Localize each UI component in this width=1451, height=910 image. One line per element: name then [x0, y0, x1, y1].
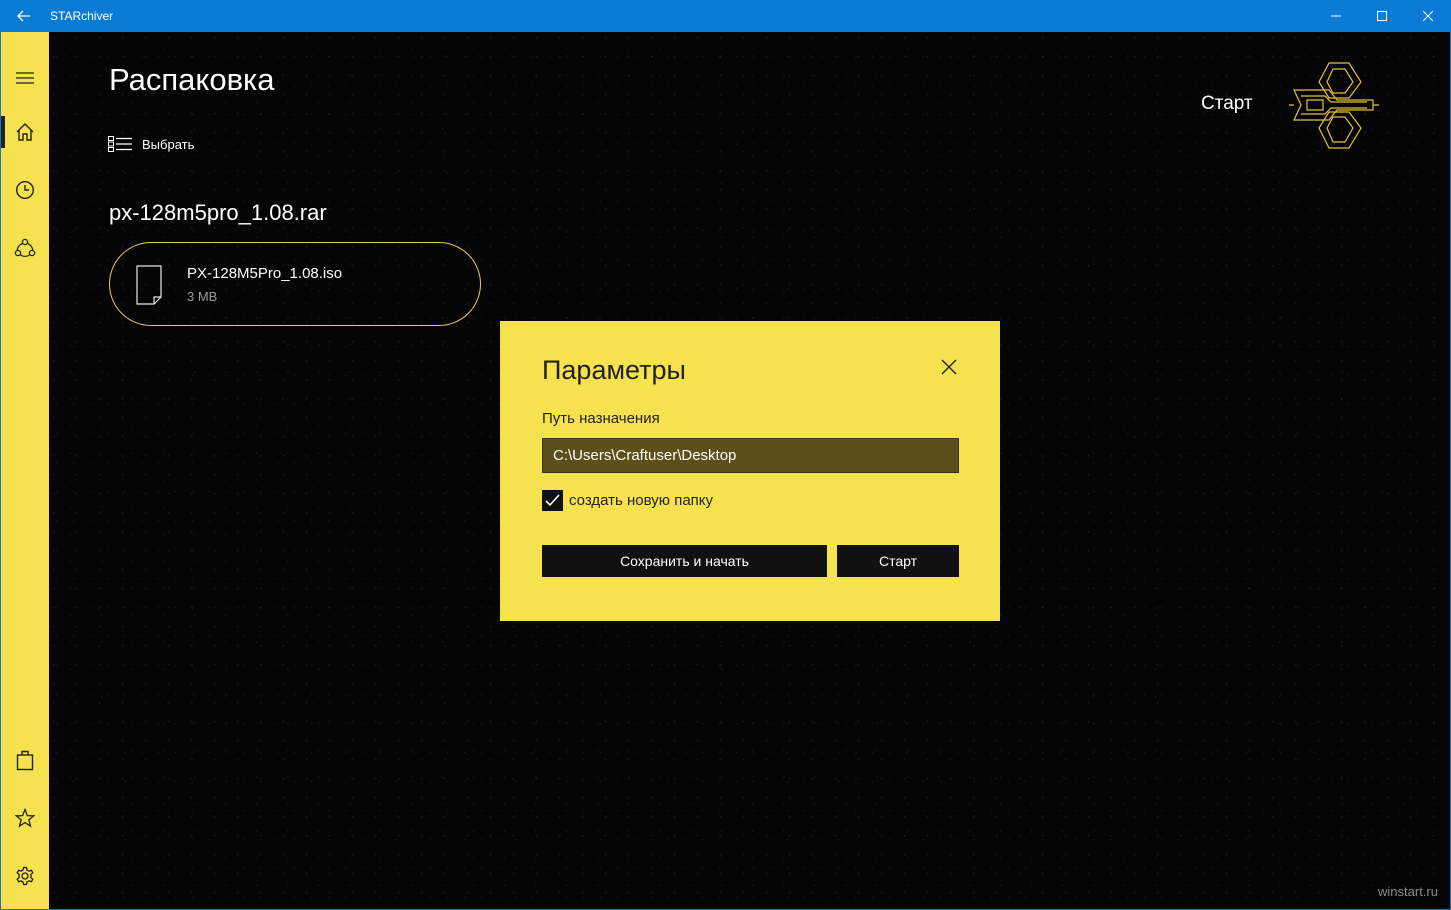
list-icon	[108, 136, 132, 152]
start-link[interactable]: Старт	[1201, 93, 1253, 115]
destination-path-input[interactable]	[542, 438, 959, 473]
sidebar-item-share[interactable]	[1, 224, 49, 272]
save-and-start-button[interactable]: Сохранить и начать	[542, 545, 827, 577]
file-name: PX-128M5Pro_1.08.iso	[187, 265, 343, 282]
sidebar-item-home[interactable]	[1, 108, 49, 156]
maximize-button[interactable]	[1359, 0, 1405, 32]
home-icon	[16, 123, 34, 141]
sidebar-item-favorites[interactable]	[1, 794, 49, 842]
dialog-title: Параметры	[542, 355, 686, 385]
window-controls	[1313, 0, 1451, 32]
hamburger-icon	[16, 72, 34, 84]
file-icon	[136, 265, 162, 305]
start-button[interactable]: Старт	[837, 545, 959, 577]
create-folder-label: создать новую папку	[569, 491, 714, 509]
page-title: Распаковка	[109, 62, 275, 97]
sidebar-item-store[interactable]	[1, 736, 49, 784]
dialog-close-button[interactable]	[936, 354, 962, 380]
sidebar-menu-button[interactable]	[1, 54, 49, 102]
title-bar: STARchiver	[0, 0, 1451, 32]
maximize-icon	[1377, 11, 1387, 21]
sidebar-item-settings[interactable]	[1, 852, 49, 900]
select-label: Выбрать	[142, 136, 195, 152]
close-icon	[1423, 11, 1433, 21]
back-button[interactable]	[0, 0, 48, 32]
create-folder-checkbox[interactable]	[542, 489, 563, 511]
select-button[interactable]: Выбрать	[108, 134, 194, 154]
close-icon	[941, 359, 957, 375]
share-icon	[14, 238, 36, 257]
sidebar	[1, 32, 49, 909]
shopping-bag-icon	[16, 750, 34, 771]
clock-icon	[15, 180, 35, 200]
destination-label: Путь назначения	[542, 410, 660, 427]
star-icon	[15, 808, 35, 828]
minimize-icon	[1331, 15, 1341, 17]
watermark: winstart.ru	[1378, 884, 1438, 899]
close-window-button[interactable]	[1405, 0, 1451, 32]
gear-icon	[16, 866, 34, 886]
file-size: 3 MB	[187, 289, 218, 304]
back-arrow-icon	[17, 10, 30, 22]
sidebar-item-history[interactable]	[1, 166, 49, 214]
create-folder-option[interactable]: создать новую папку	[542, 489, 713, 511]
checkmark-icon	[545, 493, 560, 506]
app-title: STARchiver	[50, 9, 114, 23]
minimize-button[interactable]	[1313, 0, 1359, 32]
parameters-dialog: Параметры Путь назначения создать новую …	[500, 321, 1000, 621]
starship-logo-icon	[1289, 62, 1379, 149]
archive-name: px-128m5pro_1.08.rar	[109, 200, 327, 225]
file-list-item[interactable]: PX-128M5Pro_1.08.iso 3 MB	[109, 242, 481, 326]
